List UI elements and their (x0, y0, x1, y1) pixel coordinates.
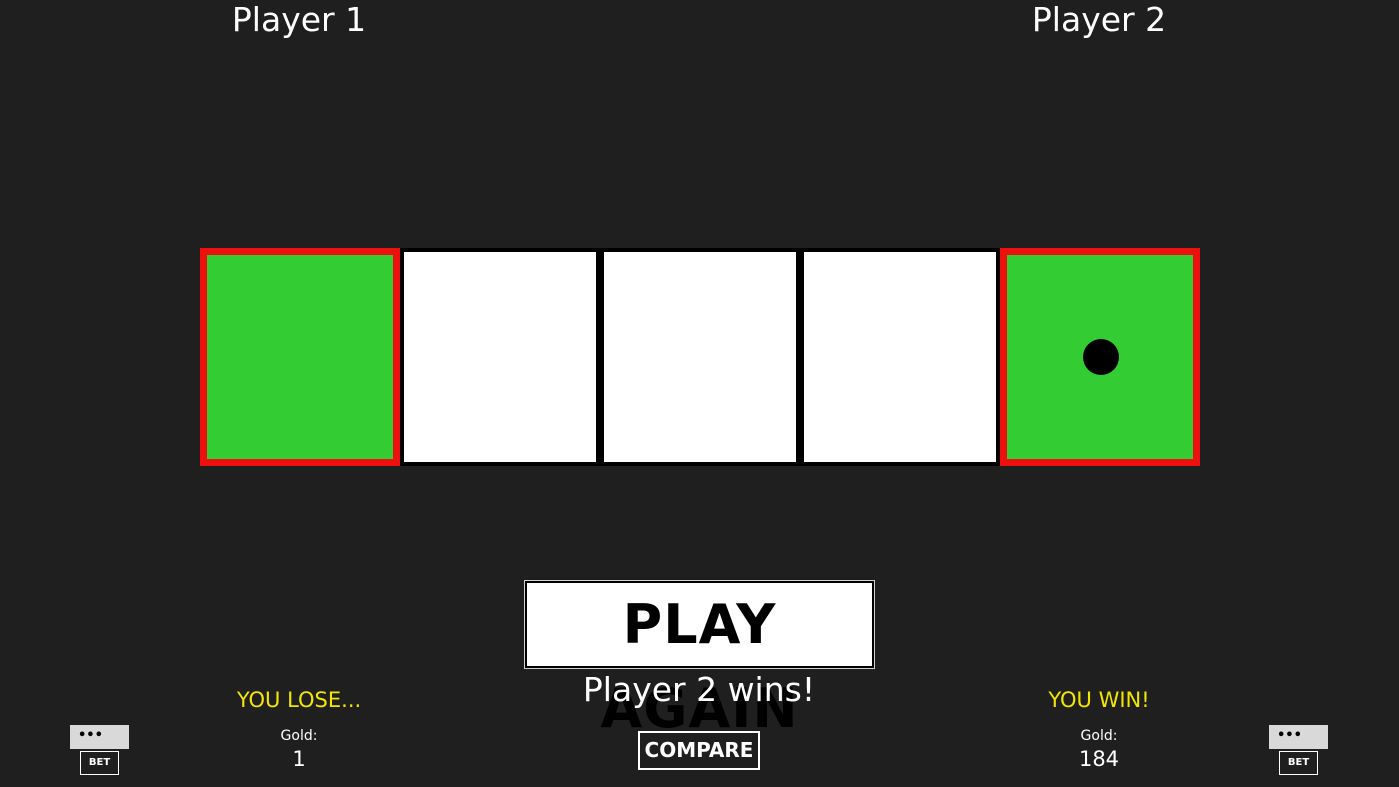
board-cell-4[interactable] (800, 248, 1000, 466)
player-1-result: YOU LOSE... (236, 688, 362, 712)
player-1-title: Player 1 (231, 0, 367, 39)
player-2-gold-label: Gold: (1080, 728, 1118, 744)
player-1-gold-value: 1 (292, 747, 306, 771)
player-1-gold: Gold: 1 (199, 726, 399, 772)
player-2-more-button[interactable]: ••• (1269, 725, 1328, 749)
player-1-gold-label: Gold: (280, 728, 318, 744)
winner-message: Player 2 wins! (582, 670, 816, 709)
player-2-gold-value: 184 (1078, 747, 1120, 771)
game-board (200, 248, 1200, 466)
more-icon: ••• (1277, 728, 1302, 743)
compare-button[interactable]: COMPARE (638, 731, 760, 770)
board-cell-2[interactable] (400, 248, 600, 466)
player-2-bet-button[interactable]: BET (1279, 751, 1318, 775)
board-cell-5[interactable] (1000, 248, 1200, 466)
more-icon: ••• (78, 728, 103, 743)
board-cell-1[interactable] (200, 248, 400, 466)
player-1-bet-button[interactable]: BET (80, 751, 119, 775)
player-1-more-button[interactable]: ••• (70, 725, 129, 749)
player-2-result: YOU WIN! (1048, 688, 1150, 712)
game-token (1083, 339, 1119, 375)
player-2-gold: Gold: 184 (999, 726, 1199, 772)
player-2-title: Player 2 (1031, 0, 1167, 39)
play-again-button[interactable]: PLAY AGAIN (524, 580, 875, 740)
game-stage: Player 1 Player 2 PLAY AGAIN Player 2 wi… (0, 0, 1399, 787)
board-cell-3[interactable] (600, 248, 800, 466)
